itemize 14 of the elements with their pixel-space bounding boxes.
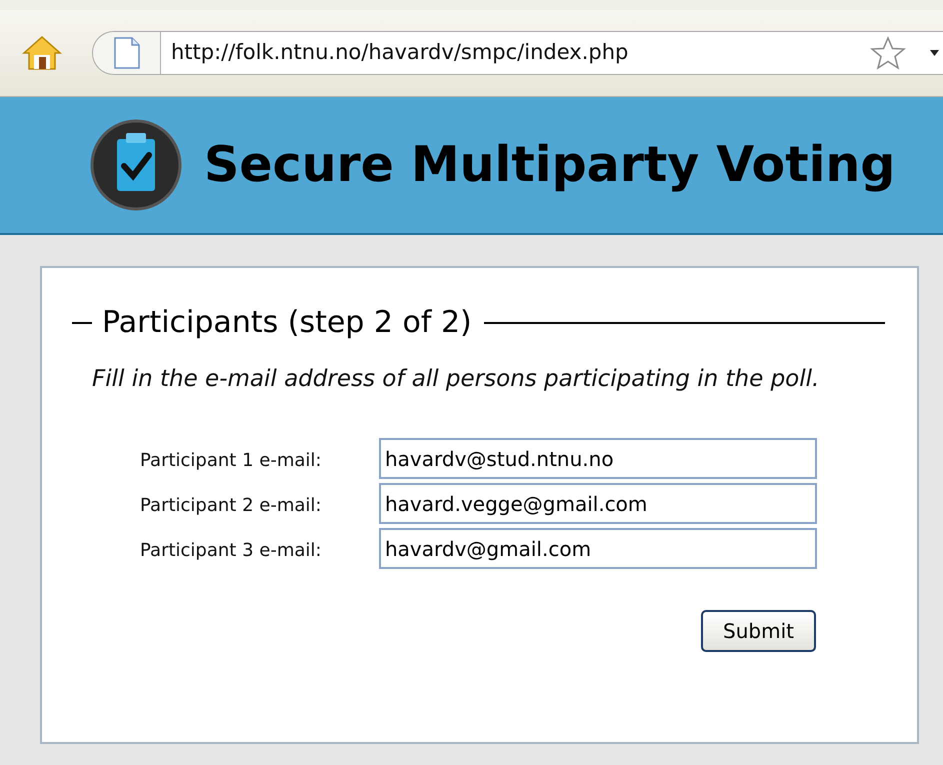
- page-icon: [114, 37, 140, 69]
- field-label: Participant 2 e-mail:: [140, 494, 322, 518]
- submit-button[interactable]: Submit: [701, 610, 816, 652]
- instructions-text: Fill in the e-mail address of all persons participating in the poll.: [92, 365, 820, 394]
- email-field[interactable]: havard.vegge@gmail.com: [379, 483, 817, 524]
- section-title: Participants (step 2 of 2): [102, 304, 472, 342]
- home-icon[interactable]: [22, 35, 62, 71]
- dropdown-arrow-icon[interactable]: [930, 50, 939, 56]
- star-icon[interactable]: [870, 36, 906, 70]
- field-label: Participant 3 e-mail:: [140, 539, 322, 564]
- field-label: Participant 1 e-mail:: [140, 449, 322, 474]
- site-title: Secure Multiparty Voting: [204, 135, 896, 196]
- email-field[interactable]: havardv@gmail.com: [379, 528, 817, 570]
- email-field[interactable]: havardv@stud.ntnu.no: [379, 438, 817, 480]
